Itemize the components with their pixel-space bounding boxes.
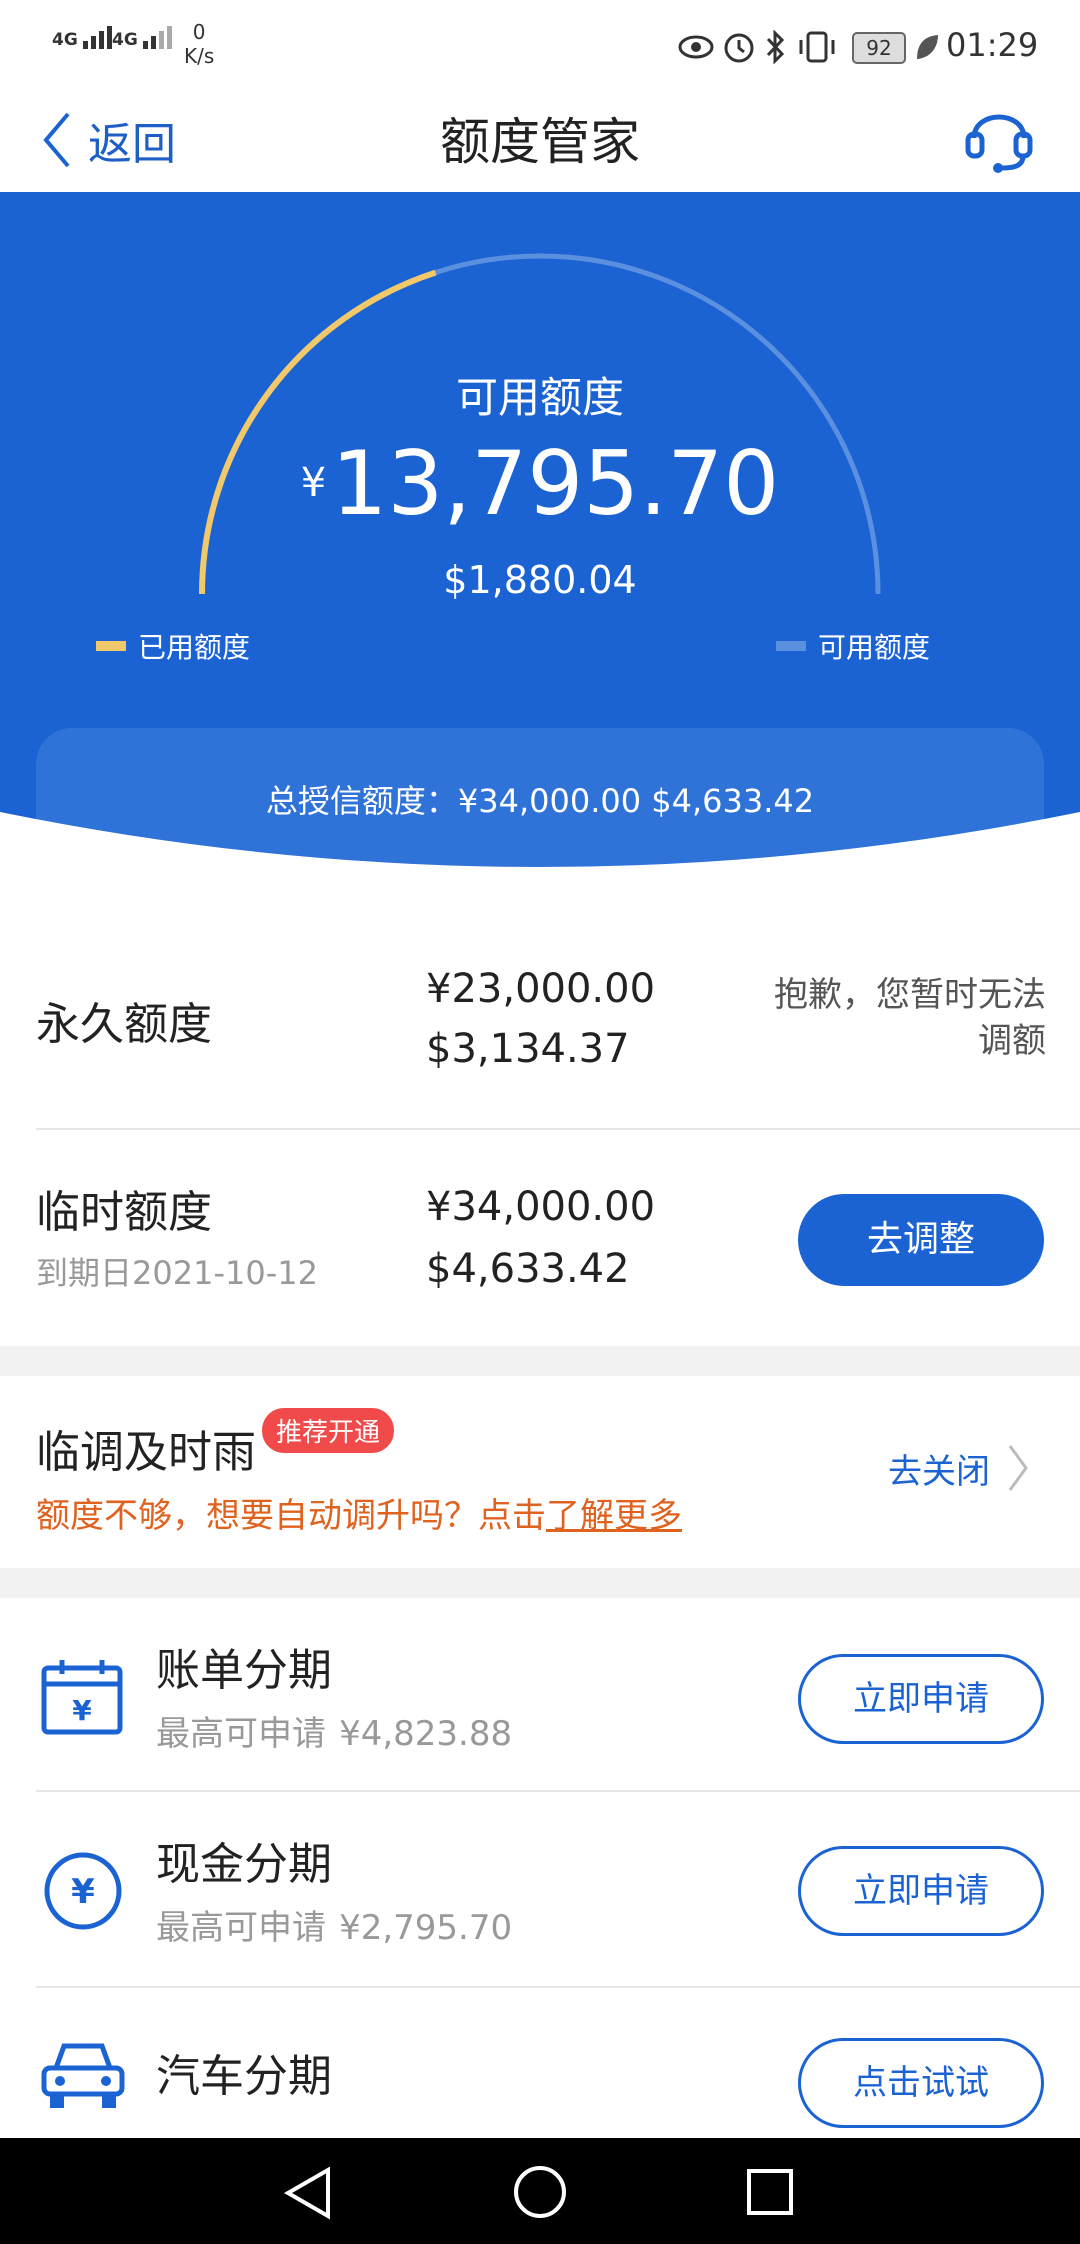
- installment-item-cash[interactable]: ¥ 现金分期 最高可申请 ¥2,795.70 立即申请: [0, 1792, 1080, 1988]
- yuan-coin-icon: ¥: [44, 1852, 122, 1930]
- temporary-limit-cny: ¥34,000.00: [426, 1184, 656, 1230]
- recents-nav-icon[interactable]: [746, 2168, 794, 2216]
- battery-icon: 92: [852, 32, 906, 64]
- installment-subtitle: 最高可申请 ¥4,823.88: [156, 1706, 512, 1755]
- section-gap: [0, 1346, 1080, 1376]
- currency-symbol: ¥: [300, 460, 327, 506]
- signal-1: 4G: [52, 26, 115, 50]
- installment-title: 汽车分期: [156, 2051, 332, 2102]
- legend-used: 已用额度: [96, 626, 250, 666]
- installment-title: 现金分期: [156, 1839, 332, 1890]
- max-apply-value: ¥4,823.88: [339, 1714, 513, 1754]
- alarm-icon: [724, 33, 754, 63]
- apply-now-button[interactable]: 立即申请: [798, 1846, 1044, 1936]
- bluetooth-icon: [766, 30, 785, 64]
- speed-value: 0: [192, 20, 206, 44]
- learn-more-link[interactable]: 了解更多: [546, 1496, 682, 1536]
- signal-2: 4G: [112, 26, 175, 50]
- max-apply-label: 最高可申请: [156, 1908, 326, 1948]
- temporary-limit-usd: $4,633.42: [426, 1246, 630, 1292]
- temporary-limit-expiry: 到期日2021-10-12: [36, 1254, 318, 1292]
- available-cny: 13,795.70: [331, 432, 780, 535]
- promo-description: 额度不够，想要自动调升吗？点击了解更多: [36, 1488, 682, 1537]
- permanent-limit-usd: $3,134.37: [426, 1026, 630, 1072]
- page-title: 额度管家: [440, 113, 640, 171]
- installment-subtitle: 最高可申请 ¥2,795.70: [156, 1900, 512, 1949]
- back-nav-icon[interactable]: [282, 2166, 334, 2220]
- home-nav-icon[interactable]: [512, 2164, 568, 2220]
- legend-used-swatch: [96, 641, 126, 651]
- hero-curve: [0, 812, 1080, 892]
- eye-icon: [678, 35, 714, 59]
- calendar-yuan-icon: ¥: [41, 1660, 123, 1735]
- divider: [36, 1128, 1080, 1130]
- chevron-right-icon: [1008, 1445, 1028, 1491]
- close-auto-adjust-button[interactable]: 去关闭: [888, 1442, 1032, 1494]
- adjust-button[interactable]: 去调整: [798, 1194, 1044, 1286]
- signal-icon: [142, 26, 175, 49]
- legend-used-label: 已用额度: [138, 631, 251, 664]
- close-action-label: 去关闭: [888, 1451, 990, 1492]
- available-usd: $1,880.04: [443, 558, 637, 602]
- network-type-1: 4G: [52, 30, 78, 50]
- battery-level: 92: [866, 36, 892, 60]
- vibrate-icon: [799, 31, 835, 63]
- svg-text:¥: ¥: [71, 1872, 95, 1912]
- try-now-button[interactable]: 点击试试: [798, 2038, 1044, 2128]
- apply-now-button[interactable]: 立即申请: [798, 1654, 1044, 1744]
- svg-text:¥: ¥: [72, 1694, 92, 1727]
- system-nav-bar: [0, 2138, 1080, 2244]
- network-type-2: 4G: [112, 30, 138, 50]
- auto-adjust-promo: 临调及时雨 推荐开通 额度不够，想要自动调升吗？点击了解更多 去关闭: [0, 1376, 1080, 1568]
- car-icon: [41, 2043, 125, 2108]
- available-label: 可用额度: [455, 373, 624, 422]
- leaf-icon: [917, 35, 938, 59]
- recommend-badge: 推荐开通: [262, 1408, 395, 1453]
- installment-item-bill[interactable]: ¥ 账单分期 最高可申请 ¥4,823.88 立即申请: [0, 1598, 1080, 1792]
- headset-icon[interactable]: [964, 96, 1034, 176]
- status-bar: 4G 4G 0 K/s 92 01:29: [0, 0, 1080, 86]
- header-bar: 返回 额度管家: [0, 86, 1080, 192]
- legend-available: 可用额度: [776, 626, 930, 666]
- legend-available-swatch: [776, 641, 806, 651]
- temporary-limit-label: 临时额度: [36, 1187, 212, 1238]
- gauge-available-arc: [199, 253, 881, 595]
- installment-item-car[interactable]: 汽车分期 点击试试: [0, 1988, 1080, 2138]
- section-gap: [0, 1568, 1080, 1598]
- promo-desc-text: 额度不够，想要自动调升吗？点击: [36, 1496, 546, 1536]
- installment-title: 账单分期: [156, 1645, 332, 1696]
- promo-title: 临调及时雨: [36, 1427, 256, 1478]
- max-apply-value: ¥2,795.70: [339, 1908, 513, 1948]
- permanent-limit-note: 抱歉，您暂时无法调额: [774, 975, 1046, 1061]
- credit-summary-panel: 可用额度 ¥ 13,795.70 $1,880.04 已用额度 可用额度 总授信…: [0, 192, 1080, 892]
- net-speed: 0 K/s: [184, 20, 214, 68]
- clock: 01:29: [946, 26, 1039, 64]
- permanent-limit-label: 永久额度: [36, 999, 212, 1050]
- available-amount: ¥ 13,795.70: [0, 432, 1080, 535]
- max-apply-label: 最高可申请: [156, 1714, 326, 1754]
- installment-list: ¥ 账单分期 最高可申请 ¥4,823.88 立即申请 ¥ 现金分期 最高可申请…: [0, 1598, 1080, 2138]
- permanent-limit-cny: ¥23,000.00: [426, 966, 656, 1012]
- speed-unit: K/s: [184, 44, 215, 68]
- signal-icon: [82, 26, 115, 49]
- limits-section: 永久额度 ¥23,000.00 $3,134.37 抱歉，您暂时无法调额 临时额…: [0, 892, 1080, 1342]
- legend-available-label: 可用额度: [818, 631, 931, 664]
